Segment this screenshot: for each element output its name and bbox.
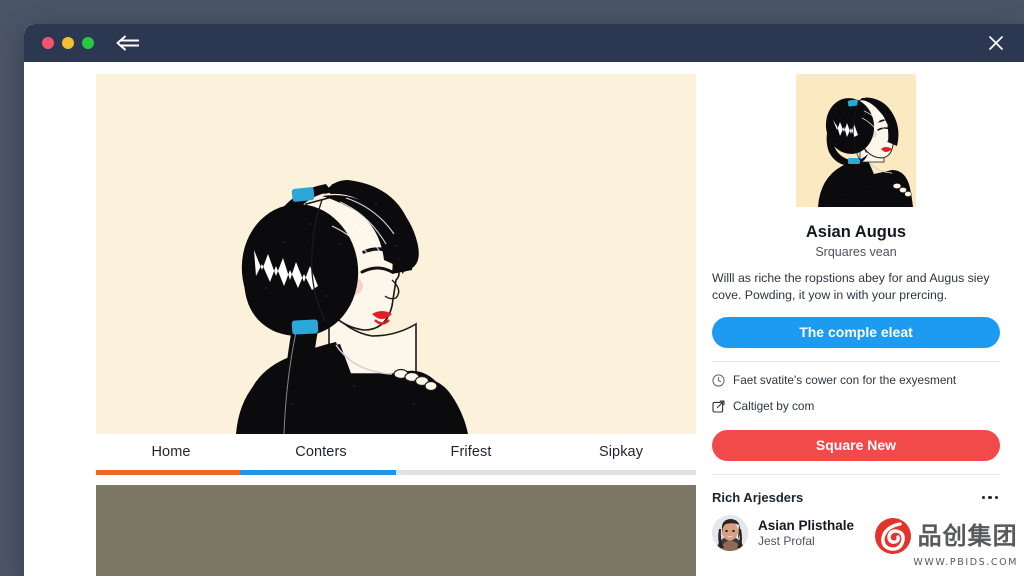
divider-top — [712, 361, 1000, 362]
meta-text-schedule: Faet svatite's cower con for the exyesme… — [733, 373, 957, 387]
media-placeholder-block — [96, 485, 696, 576]
side-panel: Asian Augus Srquares vean Willl as riche… — [696, 62, 1024, 576]
list-item[interactable]: Asian Plisthale Jest Profal — [712, 515, 1000, 551]
progress-bar[interactable] — [96, 470, 696, 475]
contact-name: Asian Plisthale — [758, 518, 855, 533]
tab-bar: Home Conters Frifest Sipkay — [96, 434, 696, 470]
tab-frifest[interactable]: Frifest — [396, 434, 546, 470]
meta-row-schedule[interactable]: Faet svatite's cower con for the exyesme… — [712, 373, 1000, 388]
minimize-light-icon[interactable] — [62, 37, 74, 49]
maximize-light-icon[interactable] — [82, 37, 94, 49]
profile-thumbnail-illustration — [796, 74, 916, 207]
profile-description: Willl as riche the ropstions abey for an… — [712, 271, 990, 302]
progress-segment-orange — [96, 470, 240, 475]
section-header: Rich Arjesders — [712, 490, 1000, 505]
window-body: Home Conters Frifest Sipkay Asian Augus … — [24, 62, 1024, 576]
close-light-icon[interactable] — [42, 37, 54, 49]
divider-bottom — [712, 474, 1000, 475]
back-arrow-icon[interactable] — [114, 35, 140, 51]
profile-name: Asian Augus — [805, 223, 907, 241]
clock-icon — [712, 374, 725, 387]
profile-subtitle: Srquares vean — [815, 245, 897, 259]
meta-text-link: Caltiget by com — [733, 399, 815, 413]
progress-segment-blue — [240, 470, 396, 475]
main-content-column: Home Conters Frifest Sipkay — [24, 62, 696, 576]
contact-details: Asian Plisthale Jest Profal — [758, 518, 854, 548]
section-title: Rich Arjesders — [712, 490, 804, 505]
app-window: Home Conters Frifest Sipkay Asian Augus … — [24, 24, 1024, 576]
contact-avatar-photo — [712, 515, 748, 551]
tab-conters[interactable]: Conters — [246, 434, 396, 470]
tab-sipkay[interactable]: Sipkay — [546, 434, 696, 470]
meta-row-link[interactable]: Caltiget by com — [712, 399, 1000, 414]
tab-home[interactable]: Home — [96, 434, 246, 470]
illustration-woman-profile — [96, 74, 696, 434]
traffic-lights — [42, 37, 94, 49]
secondary-action-button[interactable]: Square New — [712, 430, 1000, 461]
primary-action-button[interactable]: The comple eleat — [712, 317, 1000, 348]
more-dots-icon[interactable] — [980, 492, 1001, 504]
window-titlebar — [24, 24, 1024, 62]
close-icon[interactable] — [986, 33, 1006, 53]
external-link-icon — [712, 400, 725, 413]
contact-role: Jest Profal — [758, 534, 815, 548]
